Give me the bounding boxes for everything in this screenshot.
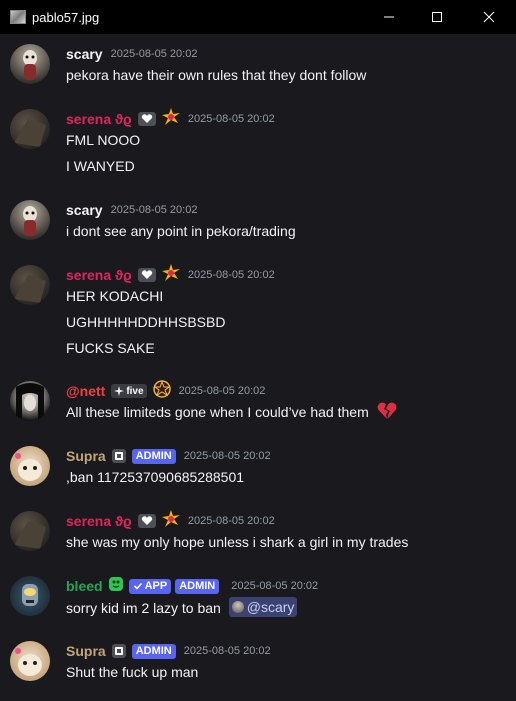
timestamp: 2025-08-05 20:02 (183, 450, 271, 462)
app-badge-label: APP (144, 580, 168, 592)
message-text: pekora have their own rules that they do… (66, 67, 367, 83)
username[interactable]: serena ϑϱ (66, 111, 132, 127)
server-badge-icon (111, 449, 126, 463)
message-text: I WANYED (66, 158, 135, 174)
mention-avatar-icon (231, 601, 244, 613)
guild-tag-label: five (126, 385, 144, 397)
broken-heart-icon (377, 402, 397, 425)
timestamp: 2025-08-05 20:02 (187, 269, 275, 281)
server-badge-icon (111, 644, 126, 658)
username[interactable]: serena ϑϱ (66, 513, 132, 529)
white-heart-badge-icon (137, 112, 156, 126)
username[interactable]: @nett (66, 383, 105, 399)
white-heart-badge-icon (137, 268, 156, 282)
close-button[interactable] (466, 0, 512, 34)
timestamp: 2025-08-05 20:02 (178, 385, 266, 397)
mention-label: @scary (246, 599, 295, 615)
avatar-scary[interactable] (10, 44, 50, 84)
admin-badge: ADMIN (175, 578, 220, 594)
message-text: All these limiteds gone when I could’ve … (66, 402, 397, 422)
green-blob-icon (108, 576, 124, 596)
message-text: Shut the fuck up man (66, 664, 199, 680)
timestamp: 2025-08-05 20:02 (231, 580, 319, 592)
sparkle-burst-icon (161, 108, 180, 130)
avatar-nett[interactable] (10, 381, 50, 421)
avatar-serena[interactable] (10, 265, 50, 305)
window-title: pablo57.jpg (32, 9, 100, 25)
admin-badge: ADMIN (131, 448, 176, 464)
avatar-serena[interactable] (10, 109, 50, 149)
admin-badge: ADMIN (131, 643, 176, 659)
sparkle-burst-icon (161, 510, 180, 532)
avatar-supra[interactable] (10, 641, 50, 681)
username[interactable]: scary (66, 46, 103, 62)
maximize-icon (432, 12, 442, 22)
username[interactable]: bleed (66, 578, 103, 594)
user-mention[interactable]: @scary (228, 597, 298, 617)
maximize-button[interactable] (414, 0, 460, 34)
username[interactable]: serena ϑϱ (66, 267, 132, 283)
message-text: sorry kid im 2 lazy to ban @scary (66, 597, 298, 617)
timestamp: 2025-08-05 20:02 (110, 204, 198, 216)
avatar-bleed[interactable] (10, 576, 50, 616)
check-icon (133, 582, 142, 590)
timestamp: 2025-08-05 20:02 (187, 515, 275, 527)
app-badge: APP (128, 578, 172, 594)
message-text: FUCKS SAKE (66, 340, 155, 356)
message-text-content: sorry kid im 2 lazy to ban (66, 600, 221, 616)
message-text: FML NOOO (66, 132, 141, 148)
username[interactable]: Supra (66, 448, 106, 464)
image-file-icon (10, 10, 26, 24)
username[interactable]: scary (66, 202, 103, 218)
message-text-content: All these limiteds gone when I could’ve … (66, 404, 369, 421)
message-text: ,ban 1172537090685288501 (66, 469, 245, 485)
window-titlebar: pablo57.jpg (0, 0, 516, 34)
message-text: i dont see any point in pekora/trading (66, 223, 296, 239)
avatar-supra[interactable] (10, 446, 50, 486)
chat-log: scary 2025-08-05 20:02 pekora have their… (0, 34, 516, 701)
white-heart-badge-icon (137, 514, 156, 528)
pentagram-badge-icon (152, 380, 171, 402)
timestamp: 2025-08-05 20:02 (110, 48, 198, 60)
minimize-button[interactable] (366, 0, 412, 34)
guild-tag-five: five (111, 384, 147, 398)
close-icon (483, 11, 495, 23)
avatar-scary[interactable] (10, 200, 50, 240)
sparkle-icon (114, 386, 125, 396)
sparkle-burst-icon (161, 264, 180, 286)
minimize-icon (384, 16, 394, 18)
avatar-serena[interactable] (10, 511, 50, 551)
message-text: UGHHHHHDDHHSBSBD (66, 314, 226, 330)
timestamp: 2025-08-05 20:02 (187, 113, 275, 125)
username[interactable]: Supra (66, 643, 106, 659)
timestamp: 2025-08-05 20:02 (183, 645, 271, 657)
message-text: HER KODACHI (66, 288, 164, 304)
message-text: she was my only hope unless i shark a gi… (66, 534, 409, 550)
